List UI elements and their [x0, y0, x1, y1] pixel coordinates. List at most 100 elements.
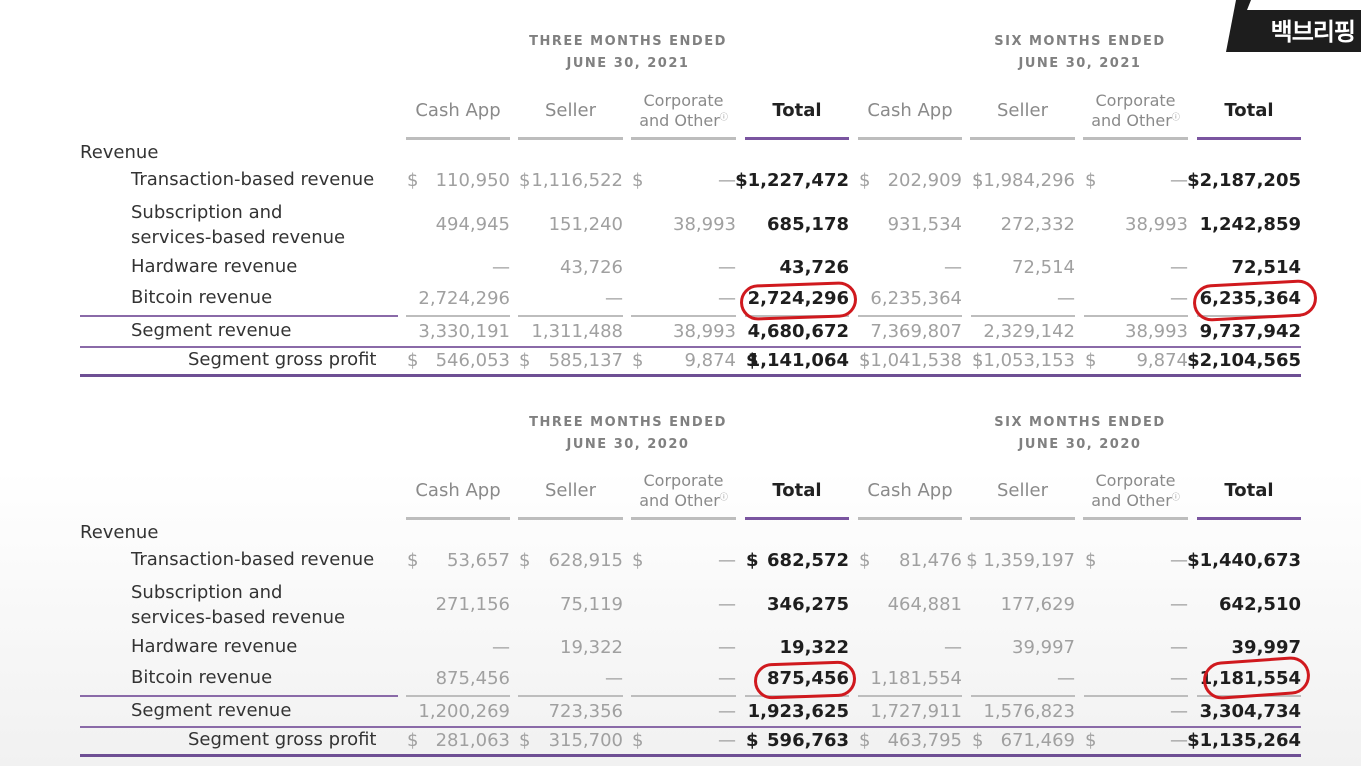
- footnote-marker: ⓘ: [1171, 492, 1180, 502]
- table-cell: 1,200,269: [418, 701, 510, 722]
- footnote-marker: ⓘ: [719, 492, 728, 502]
- table-cell: 628,915: [548, 550, 623, 571]
- column-header-seller: Seller: [518, 84, 623, 140]
- table-cell: 110,950: [435, 170, 510, 191]
- column-header-total: Total: [745, 464, 849, 520]
- table-cell: 931,534: [887, 214, 962, 235]
- table-cell: —: [1170, 668, 1188, 689]
- currency-symbol: $: [1085, 550, 1097, 571]
- currency-symbol: $: [746, 350, 759, 371]
- table-cell: —: [492, 257, 510, 278]
- currency-symbol: $: [632, 170, 644, 191]
- row-label-services: services-based revenue: [131, 607, 346, 628]
- period-header-three-months-date: JUNE 30, 2020: [566, 437, 690, 452]
- table-cell: 38,993: [673, 214, 736, 235]
- table-cell: 682,572: [767, 550, 849, 571]
- table-cell: 81,476: [899, 550, 962, 571]
- table-cell: 38,993: [1125, 214, 1188, 235]
- column-header-corporate-line1: Corporate: [643, 471, 724, 491]
- period-header-three-months: THREE MONTHS ENDED: [529, 34, 727, 49]
- currency-symbol: $: [407, 550, 419, 571]
- table-cell: —: [1170, 288, 1188, 309]
- column-header-corporate-and-other: Corporate and Otherⓘ: [631, 84, 736, 140]
- row-label: Segment revenue: [131, 320, 292, 341]
- table-cell: 494,945: [435, 214, 510, 235]
- table-cell: 9,874: [684, 350, 736, 371]
- table-cell: 3,304,734: [1199, 701, 1301, 722]
- table-cell: 723,356: [548, 701, 623, 722]
- row-label: Segment revenue: [131, 700, 292, 721]
- table-cell: 19,322: [779, 637, 849, 658]
- column-header-total: Total: [745, 84, 849, 140]
- table-cell: 272,332: [1000, 214, 1075, 235]
- table-cell: —: [718, 637, 736, 658]
- table-cell: $1,984,296: [971, 170, 1075, 191]
- currency-symbol: $: [859, 550, 871, 571]
- table-cell: 9,874: [1136, 350, 1188, 371]
- table-cell: 1,576,823: [983, 701, 1075, 722]
- table-cell: 177,629: [1000, 594, 1075, 615]
- table-cell: 53,657: [447, 550, 510, 571]
- table-cell: 875,456: [435, 668, 510, 689]
- column-header-corporate-line2: and Otherⓘ: [639, 491, 728, 510]
- row-label: Hardware revenue: [131, 256, 298, 277]
- table-cell: $1,227,472: [735, 170, 849, 191]
- currency-symbol: $: [972, 350, 984, 371]
- column-header-cash-app: Cash App: [406, 464, 510, 520]
- rule-above-segment-revenue-col: [631, 695, 736, 697]
- rule-above-segment-revenue-col: [406, 315, 510, 317]
- table-cell: 3,330,191: [418, 321, 510, 342]
- currency-symbol: $: [746, 550, 759, 571]
- table-cell: —: [1170, 594, 1188, 615]
- annotation-circle-three-months: [739, 280, 858, 322]
- rule-above-segment-revenue: [80, 695, 398, 697]
- table-cell: 6,235,364: [870, 288, 962, 309]
- column-header-corporate-and-other: Corporate and Otherⓘ: [1083, 464, 1188, 520]
- column-header-cash-app: Cash App: [858, 84, 962, 140]
- table-cell: —: [605, 668, 623, 689]
- currency-symbol: $: [1085, 350, 1097, 371]
- row-label: Segment gross profit: [188, 729, 377, 750]
- column-header-corporate-line2-text: and Other: [1091, 110, 1172, 130]
- column-header-seller: Seller: [970, 84, 1075, 140]
- section-label-revenue: Revenue: [80, 522, 159, 543]
- column-header-corporate-line2-text: and Other: [639, 490, 720, 510]
- table-cell: $1,041,538: [858, 350, 962, 371]
- column-header-corporate-line2: and Otherⓘ: [1091, 491, 1180, 510]
- table-cell: —: [718, 730, 736, 751]
- table-cell: 596,763: [767, 730, 849, 751]
- currency-symbol: $: [519, 550, 531, 571]
- table-cell: 72,514: [1012, 257, 1075, 278]
- currency-symbol: $: [407, 350, 419, 371]
- table-cell: 346,275: [767, 594, 849, 615]
- column-header-corporate-line2-text: and Other: [1091, 490, 1172, 510]
- period-header-six-months: SIX MONTHS ENDED: [994, 415, 1166, 430]
- currency-symbol: $: [519, 170, 531, 191]
- currency-symbol: $: [632, 730, 644, 751]
- column-header-cash-app: Cash App: [406, 84, 510, 140]
- table-cell: —: [1170, 550, 1188, 571]
- column-header-corporate-line1: Corporate: [1095, 91, 1176, 111]
- table-cell: —: [605, 288, 623, 309]
- column-header-corporate-line2: and Otherⓘ: [639, 111, 728, 130]
- annotation-circle-six-months: [1192, 278, 1318, 323]
- table-cell: $1,135,264: [1187, 730, 1301, 751]
- table-cell: $2,187,205: [1187, 170, 1301, 191]
- table-cell: 1,311,488: [531, 321, 623, 342]
- column-header-corporate-line1: Corporate: [643, 91, 724, 111]
- column-header-corporate-line2-text: and Other: [639, 110, 720, 130]
- table-cell: 2,724,296: [418, 288, 510, 309]
- column-header-seller: Seller: [518, 464, 623, 520]
- table-cell: —: [718, 668, 736, 689]
- column-header-corporate-and-other: Corporate and Otherⓘ: [1083, 84, 1188, 140]
- annotation-circle-six-months: [1201, 655, 1312, 701]
- currency-symbol: $: [859, 730, 871, 751]
- rule-above-gross-profit: [80, 726, 1301, 728]
- rule-below-gross-profit: [80, 754, 1301, 757]
- period-header-six-months: SIX MONTHS ENDED: [994, 34, 1166, 49]
- column-header-corporate-and-other: Corporate and Otherⓘ: [631, 464, 736, 520]
- table-cell: 43,726: [779, 257, 849, 278]
- footnote-marker: ⓘ: [1171, 112, 1180, 122]
- rule-above-segment-revenue-col: [1084, 695, 1188, 697]
- rule-above-gross-profit: [80, 346, 1301, 348]
